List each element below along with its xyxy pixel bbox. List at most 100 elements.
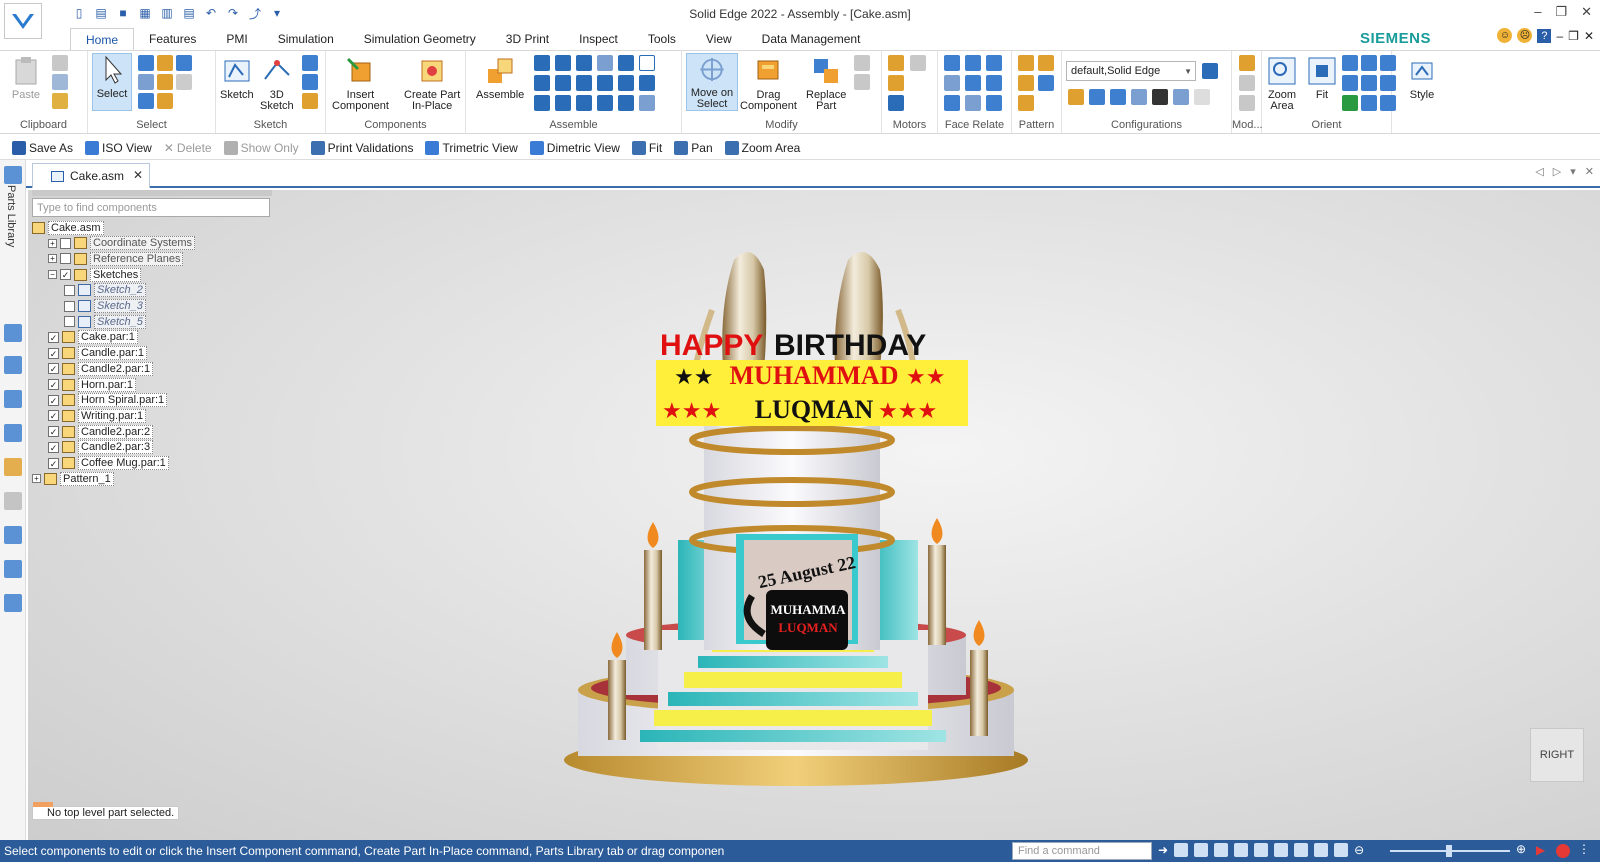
tree-checkbox[interactable]: ✓ — [48, 331, 59, 343]
insert-relation-icon[interactable] — [534, 75, 550, 91]
replace-part-button[interactable]: Replace Part — [806, 55, 846, 112]
select-tool-7-icon[interactable] — [138, 93, 154, 109]
tree-item[interactable]: Sketch_5 — [64, 314, 146, 329]
mod-tool-1-icon[interactable] — [1239, 55, 1255, 71]
layers-tab-icon[interactable] — [4, 324, 22, 342]
center-plane-icon[interactable] — [555, 95, 571, 111]
config-tool-6-icon[interactable] — [1173, 89, 1189, 105]
sketch-tool-1-icon[interactable] — [302, 55, 318, 71]
mod-tool-2-icon[interactable] — [1239, 75, 1255, 91]
link-tab-icon[interactable] — [4, 492, 22, 510]
tab-data-management[interactable]: Data Management — [747, 28, 876, 50]
orient-tool-7-icon[interactable] — [1342, 95, 1358, 111]
zoom-slider-thumb[interactable] — [1446, 845, 1452, 857]
tree-item[interactable]: + Reference Planes — [48, 251, 184, 266]
delete-command[interactable]: ✕ Delete — [164, 141, 212, 155]
mirror-icon[interactable] — [1018, 75, 1034, 91]
tree-checkbox[interactable] — [64, 300, 75, 312]
iso-view-command[interactable]: ISO View — [85, 140, 152, 155]
mod-tool-3-icon[interactable] — [1239, 95, 1255, 111]
select-tool-3-icon[interactable] — [176, 55, 192, 71]
fit-button[interactable]: Fit — [1306, 55, 1338, 101]
tab-simulation-geometry[interactable]: Simulation Geometry — [349, 28, 491, 50]
copy-icon[interactable] — [52, 74, 68, 90]
tab-features[interactable]: Features — [134, 28, 211, 50]
view-cube[interactable]: RIGHT — [1530, 728, 1584, 782]
tree-checkbox[interactable] — [64, 284, 75, 296]
colors-tab-icon[interactable] — [4, 458, 22, 476]
tree-checkbox[interactable]: ✓ — [48, 379, 59, 390]
fit-command[interactable]: Fit — [631, 140, 662, 155]
tab-tools[interactable]: Tools — [633, 28, 691, 50]
style-button[interactable]: Style — [1406, 55, 1438, 101]
panel-grip[interactable] — [32, 190, 272, 196]
help-icon[interactable]: ? — [1537, 28, 1552, 43]
tangent-icon[interactable] — [597, 75, 613, 91]
zoom-out-icon[interactable]: ⊖ — [1354, 843, 1364, 857]
zoom-area-command[interactable]: Zoom Area — [724, 140, 800, 155]
format-painter-icon[interactable] — [52, 93, 68, 109]
save-as-command[interactable]: Save As — [12, 140, 73, 155]
select-tool-8-icon[interactable] — [157, 93, 173, 109]
trimetric-view-command[interactable]: Trimetric View — [425, 140, 518, 155]
paste-button[interactable]: Paste — [10, 55, 42, 101]
tree-checkbox[interactable] — [60, 253, 71, 265]
select-tool-6-icon[interactable] — [176, 74, 192, 90]
graphics-window[interactable]: Type to find components Cake.asm + Coordi… — [28, 190, 1600, 840]
sb-zoom-icon[interactable] — [1194, 843, 1209, 857]
sketch-tool-3-icon[interactable] — [302, 93, 318, 109]
feedback-happy-icon[interactable]: ☺ — [1497, 28, 1513, 43]
tree-checkbox[interactable]: ✓ — [48, 426, 59, 438]
move-on-select-button[interactable]: Move on Select — [686, 53, 738, 111]
play-video-icon[interactable]: ▶ — [1536, 843, 1545, 857]
config-tool-3-icon[interactable] — [1110, 89, 1126, 105]
select-tool-5-icon[interactable] — [157, 74, 173, 90]
sb-view-6-icon[interactable] — [1274, 843, 1289, 857]
orient-tool-8-icon[interactable] — [1361, 95, 1377, 111]
tree-expander-icon[interactable]: + — [32, 474, 41, 484]
select-button[interactable]: Select — [92, 53, 132, 111]
ground-icon[interactable] — [618, 95, 634, 111]
simulate-motor-icon[interactable] — [910, 55, 926, 71]
orient-tool-5-icon[interactable] — [1361, 75, 1377, 91]
configuration-select[interactable]: default,Solid Edge ▼ — [1066, 61, 1196, 81]
sb-view-1-icon[interactable] — [1174, 843, 1189, 857]
tree-item[interactable]: ✓ Candle2.par:1 — [48, 361, 154, 376]
doc-restore-icon[interactable]: ❐ — [1568, 29, 1579, 43]
cam-icon[interactable] — [618, 75, 634, 91]
tree-item[interactable]: ✓ Horn.par:1 — [48, 377, 136, 392]
relations-tab-icon[interactable] — [4, 560, 22, 578]
tree-checkbox[interactable]: ✓ — [48, 457, 59, 469]
dimetric-view-command[interactable]: Dimetric View — [529, 140, 620, 155]
insert-component-button[interactable]: Insert Component — [332, 55, 389, 112]
configuration-manager-icon[interactable] — [1202, 63, 1218, 79]
record-icon[interactable] — [1556, 844, 1570, 858]
select-tool-1-icon[interactable] — [138, 55, 154, 71]
doc-close-icon[interactable]: ✕ — [1584, 29, 1594, 43]
ribbon-minimize-icon[interactable]: – — [1556, 29, 1563, 43]
assemble-button[interactable]: Assemble — [476, 55, 524, 101]
tree-item[interactable]: ✓ Candle2.par:3 — [48, 440, 154, 455]
pathfinder-tab-icon[interactable] — [4, 166, 22, 184]
zoom-icon[interactable] — [1342, 55, 1358, 71]
tab-view[interactable]: View — [691, 28, 747, 50]
tree-item[interactable]: ✓ Candle2.par:2 — [48, 424, 154, 439]
tree-checkbox[interactable]: ✓ — [48, 347, 59, 359]
settings-tab-icon[interactable] — [4, 594, 22, 612]
tree-item[interactable]: ✓ Writing.par:1 — [48, 408, 147, 423]
face-relate-3-icon[interactable] — [986, 55, 1002, 71]
close-document-icon[interactable]: ✕ — [1585, 165, 1594, 178]
help-tab-icon[interactable] — [4, 356, 22, 374]
relation-assistant-icon[interactable] — [639, 95, 655, 111]
rotate-icon[interactable] — [1342, 75, 1358, 91]
tree-checkbox[interactable]: ✓ — [48, 394, 59, 406]
modify-tool-2-icon[interactable] — [854, 74, 870, 90]
close-tab-icon[interactable]: ✕ — [133, 168, 143, 182]
record-options-icon[interactable]: ⋮ — [1578, 842, 1590, 856]
find-command-input[interactable]: Find a command — [1012, 842, 1152, 860]
rigid-set-icon[interactable] — [597, 95, 613, 111]
tree-item[interactable]: ✓ Cake.par:1 — [48, 330, 138, 345]
config-tool-1-icon[interactable] — [1068, 89, 1084, 105]
face-relate-4-icon[interactable] — [944, 75, 960, 91]
tab-inspect[interactable]: Inspect — [564, 28, 633, 50]
